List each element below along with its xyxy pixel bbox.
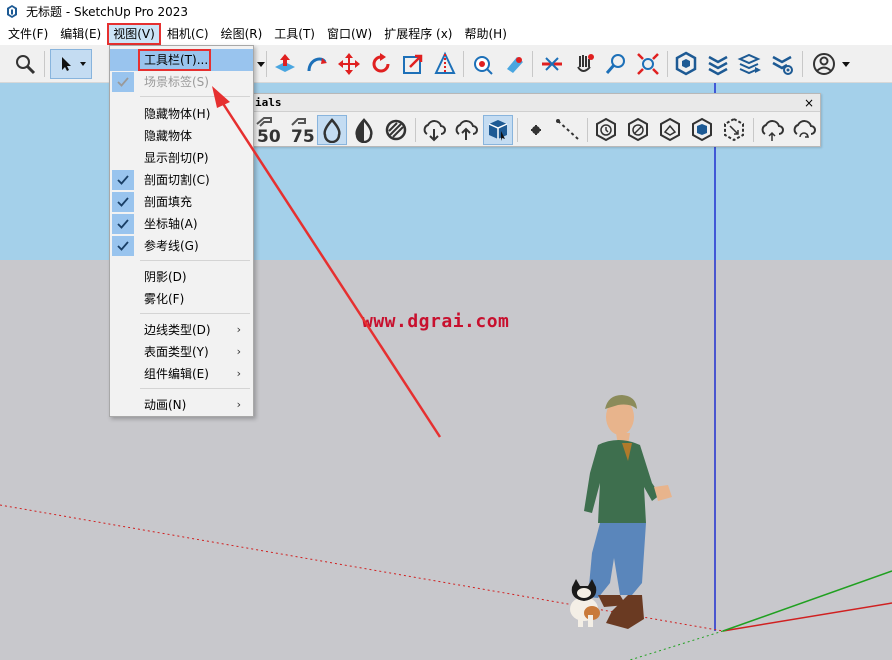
- hex-outline-icon[interactable]: [655, 115, 685, 145]
- menu-item-label: 隐藏物体(H): [144, 107, 211, 121]
- checkmark-icon: [112, 192, 134, 212]
- menu-item-label: 剖面切割(C): [144, 173, 210, 187]
- section-plane-icon[interactable]: [537, 49, 567, 79]
- menu-item-section-planes[interactable]: 显示剖切(P): [110, 147, 253, 169]
- menu-item-section-fill[interactable]: 剖面填充: [110, 191, 253, 213]
- face-style-50-icon[interactable]: 50: [253, 115, 283, 145]
- menu-bar: 文件(F) 编辑(E) 视图(V) 相机(C) 绘图(R) 工具(T) 窗口(W…: [0, 23, 892, 45]
- cloud-download-icon[interactable]: [419, 115, 449, 145]
- title-bar: 无标题 - SketchUp Pro 2023: [0, 0, 892, 23]
- extension-warehouse-icon[interactable]: [703, 49, 733, 79]
- hex-clock-icon[interactable]: [591, 115, 621, 145]
- move-icon[interactable]: [334, 49, 364, 79]
- checkmark-icon: [112, 236, 134, 256]
- menu-item-guides[interactable]: 参考线(G): [110, 235, 253, 257]
- orbit-icon[interactable]: [569, 49, 599, 79]
- menu-item-label: 剖面填充: [144, 195, 193, 209]
- menu-edit[interactable]: 编辑(E): [54, 23, 107, 45]
- cloud-sync-icon[interactable]: [757, 115, 787, 145]
- svg-text:50: 50: [257, 127, 281, 144]
- menu-item-scene-tabs[interactable]: 场景标签(S): [110, 71, 253, 93]
- menu-extensions[interactable]: 扩展程序 (x): [378, 23, 458, 45]
- extension-manager-icon[interactable]: [767, 49, 797, 79]
- menu-item-label: 参考线(G): [144, 239, 199, 253]
- menu-file[interactable]: 文件(F): [2, 23, 54, 45]
- menu-item-shadows[interactable]: 阴影(D): [110, 266, 253, 288]
- checkmark-icon: [112, 214, 134, 234]
- cloud-refresh-icon[interactable]: [789, 115, 819, 145]
- hex-expand-icon[interactable]: [719, 115, 749, 145]
- face-style-75-icon[interactable]: 75: [285, 115, 315, 145]
- materials-cube-icon[interactable]: [483, 115, 513, 145]
- menu-item-label: 雾化(F): [144, 292, 185, 306]
- tape-measure-icon[interactable]: [430, 49, 460, 79]
- submenu-arrow-icon: ›: [236, 345, 241, 358]
- shaded-drop-icon[interactable]: [349, 115, 379, 145]
- menu-draw[interactable]: 绘图(R): [215, 23, 269, 45]
- menu-item-label: 场景标签(S): [144, 75, 209, 89]
- floating-toolbar: ials × 50 75: [248, 93, 821, 147]
- menu-window[interactable]: 窗口(W): [321, 23, 378, 45]
- menu-item-label: 组件编辑(E): [144, 367, 209, 381]
- menu-tools[interactable]: 工具(T): [268, 23, 321, 45]
- view-menu-dropdown: 工具栏(T)... 场景标签(S) 隐藏物体(H) 隐藏物体 显示剖切(P) 剖…: [109, 45, 254, 417]
- zoom-icon[interactable]: [10, 49, 40, 79]
- menu-item-axes[interactable]: 坐标轴(A): [110, 213, 253, 235]
- select-arrow-icon[interactable]: [50, 49, 92, 79]
- rotate-icon[interactable]: [366, 49, 396, 79]
- menu-camera[interactable]: 相机(C): [161, 23, 215, 45]
- close-icon[interactable]: ×: [804, 94, 814, 112]
- hex-cube-icon[interactable]: [687, 115, 717, 145]
- menu-item-label: 显示剖切(P): [144, 151, 209, 165]
- hatched-style-icon[interactable]: [381, 115, 411, 145]
- window-title: 无标题 - SketchUp Pro 2023: [26, 5, 188, 19]
- cloud-upload-icon[interactable]: [451, 115, 481, 145]
- zoom-tool-icon[interactable]: [601, 49, 631, 79]
- layout-icon[interactable]: [735, 49, 765, 79]
- check-slot: [112, 50, 134, 70]
- follow-me-icon[interactable]: [302, 49, 332, 79]
- point-icon[interactable]: [521, 115, 551, 145]
- push-pull-icon[interactable]: [270, 49, 300, 79]
- submenu-arrow-icon: ›: [236, 323, 241, 336]
- menu-item-label: 阴影(D): [144, 270, 187, 284]
- menu-item-face-style[interactable]: 表面类型(Y) ›: [110, 341, 253, 363]
- menu-item-label: 表面类型(Y): [144, 345, 209, 359]
- svg-text:75: 75: [291, 127, 314, 144]
- eraser-icon[interactable]: [499, 49, 529, 79]
- checkmark-icon: [112, 72, 134, 92]
- menu-help[interactable]: 帮助(H): [458, 23, 512, 45]
- menu-item-label: 隐藏物体: [144, 129, 193, 143]
- submenu-arrow-icon: ›: [236, 398, 241, 411]
- menu-item-label: 动画(N): [144, 398, 187, 412]
- annotation-highlight-box: [138, 49, 211, 71]
- watermark-text: www.dgrai.com: [362, 311, 510, 332]
- floating-toolbar-title[interactable]: ials: [249, 94, 820, 112]
- hex-slash-icon[interactable]: [623, 115, 653, 145]
- menu-item-hidden-objects[interactable]: 隐藏物体: [110, 125, 253, 147]
- menu-item-label: 坐标轴(A): [144, 217, 198, 231]
- monochrome-drop-icon[interactable]: [317, 115, 347, 145]
- menu-item-fog[interactable]: 雾化(F): [110, 288, 253, 310]
- menu-item-animation[interactable]: 动画(N) ›: [110, 394, 253, 416]
- menu-item-edge-style[interactable]: 边线类型(D) ›: [110, 319, 253, 341]
- menu-item-section-cuts[interactable]: 剖面切割(C): [110, 169, 253, 191]
- menu-item-component-edit[interactable]: 组件编辑(E) ›: [110, 363, 253, 385]
- menu-item-label: 边线类型(D): [144, 323, 211, 337]
- menu-view[interactable]: 视图(V): [107, 23, 161, 45]
- submenu-arrow-icon: ›: [236, 367, 241, 380]
- scale-icon[interactable]: [398, 49, 428, 79]
- sketchup-logo-icon: [7, 4, 17, 18]
- paint-bucket-icon[interactable]: [467, 49, 497, 79]
- user-account-icon[interactable]: [808, 49, 854, 79]
- zoom-extents-icon[interactable]: [633, 49, 663, 79]
- dashed-line-icon[interactable]: [553, 115, 583, 145]
- checkmark-icon: [112, 170, 134, 190]
- menu-item-hidden-objects-h[interactable]: 隐藏物体(H): [110, 103, 253, 125]
- warehouse-icon[interactable]: [671, 49, 701, 79]
